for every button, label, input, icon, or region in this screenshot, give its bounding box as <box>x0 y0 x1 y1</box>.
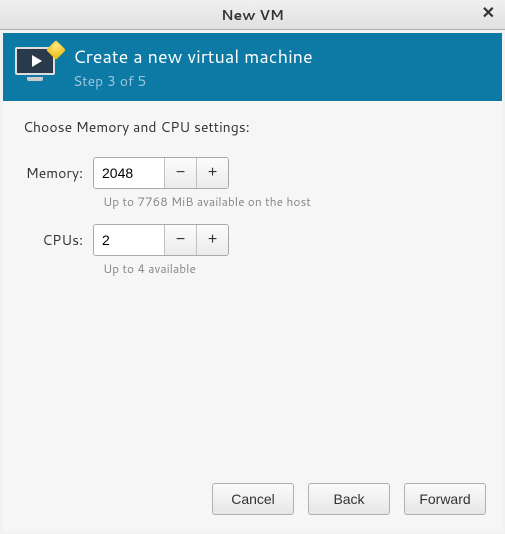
new-vm-dialog: New VM ✕ Create a new virtual machine St… <box>0 0 505 534</box>
cpus-spinner: − + <box>93 224 229 256</box>
back-button[interactable]: Back <box>308 483 390 515</box>
wizard-title: Create a new virtual machine <box>73 43 313 69</box>
cpus-label: CPUs: <box>23 230 93 250</box>
memory-row: Memory: − + <box>23 157 482 189</box>
close-icon[interactable]: ✕ <box>482 5 495 21</box>
cpus-decrement-button[interactable]: − <box>164 225 196 255</box>
cpus-hint: Up to 4 available <box>103 260 482 277</box>
wizard-footer: Cancel Back Forward <box>3 471 502 531</box>
wizard-step: Step 3 of 5 <box>73 71 313 91</box>
memory-label: Memory: <box>23 163 93 183</box>
titlebar: New VM ✕ <box>0 0 505 30</box>
cpus-input[interactable] <box>94 225 164 255</box>
instruction-text: Choose Memory and CPU settings: <box>23 117 482 137</box>
window-title: New VM <box>221 5 284 25</box>
memory-decrement-button[interactable]: − <box>164 158 196 188</box>
wizard-header: Create a new virtual machine Step 3 of 5 <box>3 33 502 101</box>
memory-hint: Up to 7768 MiB available on the host <box>103 193 482 210</box>
cpus-increment-button[interactable]: + <box>196 225 228 255</box>
cpus-row: CPUs: − + <box>23 224 482 256</box>
memory-spinner: − + <box>93 157 229 189</box>
vm-icon <box>15 47 59 87</box>
memory-increment-button[interactable]: + <box>196 158 228 188</box>
cancel-button[interactable]: Cancel <box>212 483 294 515</box>
memory-input[interactable] <box>94 158 164 188</box>
forward-button[interactable]: Forward <box>404 483 486 515</box>
wizard-body: Choose Memory and CPU settings: Memory: … <box>3 101 502 471</box>
